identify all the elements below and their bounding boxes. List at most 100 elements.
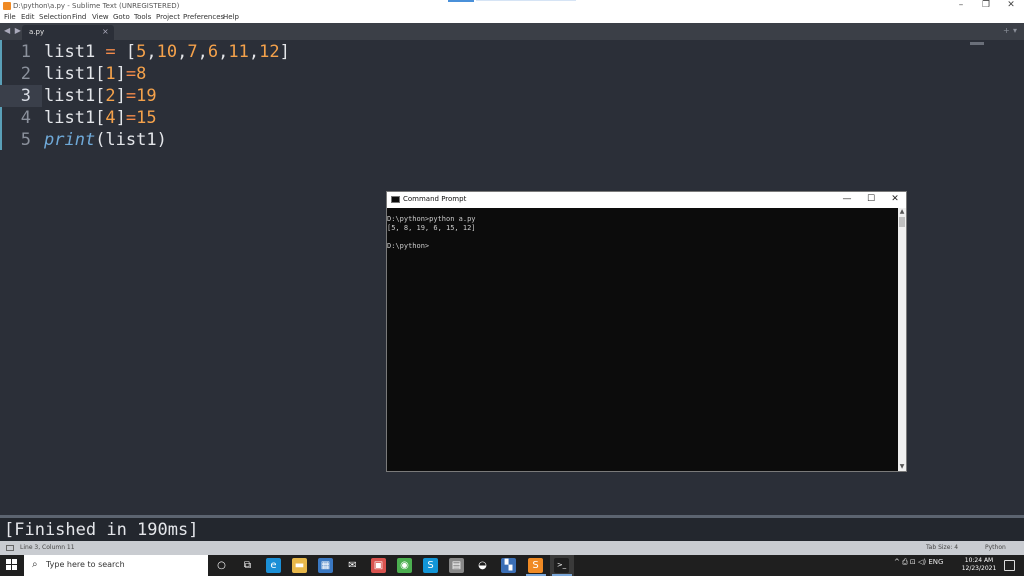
menu-help[interactable]: Help — [223, 13, 239, 22]
console-output[interactable]: D:\python>python a.py [5, 8, 19, 6, 15, … — [387, 208, 898, 471]
code-token: 5 — [136, 42, 147, 62]
chrome-icon[interactable]: ◉ — [397, 558, 412, 573]
menu-view[interactable]: View — [92, 13, 109, 22]
notification-center-icon[interactable] — [1004, 560, 1015, 571]
clock-time: 10:24 AM — [964, 557, 994, 564]
tab-nav-arrows-icon[interactable]: ◀ ▶ — [4, 26, 22, 35]
code-token: (list1) — [95, 130, 167, 150]
taskbar-clock[interactable]: 10:24 AM 12/23/2021 — [960, 557, 998, 573]
code-token: = — [125, 64, 137, 84]
tab-a-py[interactable]: a.py × — [22, 25, 114, 40]
cmd-title-bar[interactable]: Command Prompt — ☐ ✕ — [387, 192, 906, 208]
tab-label: a.py — [29, 28, 45, 36]
restore-button[interactable]: ❐ — [973, 0, 999, 12]
tab-close-icon[interactable]: × — [102, 27, 109, 36]
code-token: list1[ — [44, 64, 106, 84]
line-number: 3 — [20, 86, 31, 106]
code-token: print — [44, 130, 96, 150]
app-icon[interactable]: ▤ — [449, 558, 464, 573]
menu-preferences[interactable]: Preferences — [183, 13, 224, 22]
console-line: D:\python> — [387, 242, 430, 250]
skype-icon[interactable]: S — [423, 558, 438, 573]
code-token: = — [125, 108, 137, 128]
code-token: ] — [115, 64, 126, 84]
cmd-title: Command Prompt — [403, 195, 467, 203]
title-accent — [448, 0, 474, 2]
scroll-up-icon[interactable]: ▲ — [898, 208, 906, 216]
code-token: , — [177, 42, 188, 62]
code-line[interactable]: 5 print(list1) — [0, 129, 1024, 151]
menu-selection[interactable]: Selection — [39, 13, 71, 22]
output-panel: [Finished in 190ms] — [0, 515, 1024, 541]
menu-goto[interactable]: Goto — [113, 13, 130, 22]
line-number: 4 — [20, 108, 31, 128]
python-icon[interactable]: ▚ — [501, 558, 516, 573]
menu-file[interactable]: File — [4, 13, 16, 22]
menu-project[interactable]: Project — [156, 13, 180, 22]
code-token: 8 — [136, 64, 147, 84]
code-token: ] — [115, 108, 126, 128]
panel-toggle-icon[interactable] — [6, 545, 14, 551]
menu-find[interactable]: Find — [72, 13, 86, 22]
scroll-thumb[interactable] — [899, 217, 905, 227]
title-bar: D:\python\a.py - Sublime Text (UNREGISTE… — [0, 0, 1024, 12]
tab-menu-icon[interactable]: ▾ — [1013, 26, 1017, 35]
code-token: ] — [279, 42, 290, 62]
cmd-maximize-button[interactable]: ☐ — [859, 193, 883, 207]
command-prompt-window[interactable]: Command Prompt — ☐ ✕ D:\python>python a.… — [386, 191, 907, 472]
close-button[interactable]: ✕ — [998, 0, 1024, 12]
system-tray[interactable]: ^ ⎙ ⊡ ◁) ENG — [894, 558, 943, 567]
minimap[interactable] — [970, 42, 984, 45]
line-number: 2 — [20, 64, 31, 84]
code-token: list1[ — [44, 86, 106, 106]
cmd-close-button[interactable]: ✕ — [883, 193, 907, 207]
code-token: , — [218, 42, 229, 62]
cursor-position: Line 3, Column 11 — [20, 544, 75, 551]
code-text: list1[4]=15 — [44, 107, 157, 129]
search-icon: ⌕ — [32, 559, 38, 570]
code-token: 12 — [259, 42, 280, 62]
scroll-down-icon[interactable]: ▼ — [898, 463, 906, 471]
store-icon[interactable]: ▦ — [318, 558, 333, 573]
console-line: D:\python>python a.py — [387, 215, 476, 223]
taskbar: ⌕ Type here to search ○ ⧉ e ▬ ▦ ✉ ▣ ◉ S ▤ ◒ ▚ S >_ ^ … — [0, 555, 1024, 576]
console-line: [5, 8, 19, 6, 15, 12] — [387, 224, 476, 232]
code-line[interactable]: 3 list1[2]=19 — [0, 85, 1024, 107]
taskbar-search-box[interactable]: ⌕ Type here to search — [24, 555, 208, 576]
code-line[interactable]: 4 list1[4]=15 — [0, 107, 1024, 129]
file-explorer-icon[interactable]: ▬ — [292, 558, 307, 573]
code-token: = — [125, 86, 137, 106]
code-token: 1 — [105, 64, 116, 84]
code-token: , — [146, 42, 157, 62]
syntax-selector[interactable]: Python — [985, 544, 1006, 551]
code-line[interactable]: 1 list1 = [5,10,7,6,11,12] — [0, 41, 1024, 63]
browser-icon[interactable]: ◒ — [475, 558, 490, 573]
cortana-icon[interactable]: ○ — [214, 558, 229, 573]
edge-icon[interactable]: e — [266, 558, 281, 573]
sublime-app-icon — [3, 2, 11, 10]
code-token: 2 — [105, 86, 116, 106]
code-text: list1 = [5,10,7,6,11,12] — [44, 41, 290, 63]
menu-edit[interactable]: Edit — [21, 13, 35, 22]
windows-start-icon[interactable] — [6, 559, 18, 571]
code-token: 15 — [136, 108, 157, 128]
code-line[interactable]: 2 list1[1]=8 — [0, 63, 1024, 85]
code-token: = — [105, 42, 116, 62]
minimize-button[interactable]: – — [948, 0, 974, 12]
tab-size-selector[interactable]: Tab Size: 4 — [926, 544, 958, 551]
office-icon[interactable]: ▣ — [371, 558, 386, 573]
clock-date: 12/23/2021 — [961, 565, 997, 572]
mail-icon[interactable]: ✉ — [345, 558, 360, 573]
cmd-minimize-button[interactable]: — — [835, 193, 859, 207]
menu-tools[interactable]: Tools — [134, 13, 151, 22]
sublime-icon[interactable]: S — [528, 558, 543, 573]
cmd-icon[interactable]: >_ — [554, 558, 569, 573]
line-number: 1 — [20, 42, 31, 62]
code-token: 11 — [228, 42, 249, 62]
status-bar: Line 3, Column 11 Tab Size: 4 Python — [0, 541, 1024, 555]
cmd-scrollbar[interactable]: ▲ ▼ — [898, 208, 906, 471]
code-token: 6 — [207, 42, 219, 62]
menu-bar: File Edit Selection Find View Goto Tools… — [0, 12, 1024, 23]
task-view-icon[interactable]: ⧉ — [240, 558, 255, 573]
new-tab-icon[interactable]: + — [1003, 26, 1010, 35]
